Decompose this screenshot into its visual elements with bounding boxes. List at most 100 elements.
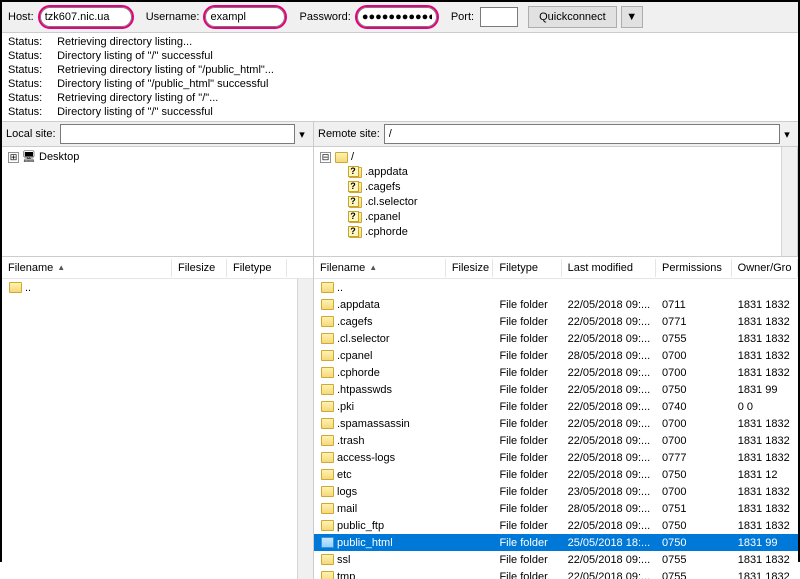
folder-unknown-icon bbox=[348, 226, 362, 240]
scrollbar[interactable] bbox=[297, 279, 313, 579]
desktop-icon: 🖥 bbox=[22, 151, 36, 165]
list-item[interactable]: .spamassassinFile folder22/05/2018 09:..… bbox=[314, 415, 798, 432]
status-text: Directory listing of "/" successful bbox=[57, 106, 213, 118]
port-label: Port: bbox=[451, 11, 474, 23]
folder-icon bbox=[320, 553, 334, 567]
folder-icon bbox=[320, 298, 334, 312]
list-item[interactable]: .pkiFile folder22/05/2018 09:...07400 0 bbox=[314, 398, 798, 415]
sort-asc-icon: ▲ bbox=[57, 263, 65, 272]
column-header[interactable]: Permissions bbox=[656, 259, 732, 277]
username-input[interactable] bbox=[205, 7, 285, 27]
quickconnect-dropdown[interactable]: ▼ bbox=[621, 6, 643, 28]
list-item[interactable]: .cagefsFile folder22/05/2018 09:...07711… bbox=[314, 313, 798, 330]
status-label: Status: bbox=[8, 35, 54, 49]
folder-icon bbox=[320, 451, 334, 465]
list-item[interactable]: .cl.selectorFile folder22/05/2018 09:...… bbox=[314, 330, 798, 347]
status-label: Status: bbox=[8, 63, 54, 77]
status-text: Retrieving directory listing of "/public… bbox=[57, 64, 274, 76]
column-headers[interactable]: Filename▲FilesizeFiletype bbox=[2, 257, 313, 279]
status-text: Directory listing of "/" successful bbox=[57, 50, 213, 62]
remote-site-input[interactable] bbox=[384, 124, 780, 144]
remote-tree[interactable]: ⊟ / .appdata.cagefs.cl.selector.cpanel.cph… bbox=[314, 147, 781, 256]
tree-item-label[interactable]: / bbox=[351, 150, 354, 165]
column-header[interactable]: Owner/Gro bbox=[732, 259, 798, 277]
list-item[interactable]: .htpasswdsFile folder22/05/2018 09:...07… bbox=[314, 381, 798, 398]
folder-icon bbox=[320, 417, 334, 431]
column-header[interactable]: Filesize bbox=[172, 259, 227, 277]
status-text: Retrieving directory listing... bbox=[57, 36, 192, 48]
folder-icon bbox=[320, 519, 334, 533]
list-item[interactable]: sslFile folder22/05/2018 09:...07551831 … bbox=[314, 551, 798, 568]
status-label: Status: bbox=[8, 77, 54, 91]
password-label: Password: bbox=[299, 11, 350, 23]
column-header[interactable]: Filename▲ bbox=[2, 259, 172, 277]
status-label: Status: bbox=[8, 49, 54, 63]
list-item[interactable]: .. bbox=[2, 279, 313, 296]
file-lists-row: Filename▲FilesizeFiletype .. Filename▲Fi… bbox=[2, 257, 798, 579]
list-item[interactable]: etcFile folder22/05/2018 09:...07501831 … bbox=[314, 466, 798, 483]
column-header[interactable]: Last modified bbox=[562, 259, 656, 277]
chevron-down-icon[interactable]: ▾ bbox=[295, 127, 309, 141]
status-text: Retrieving directory listing of "/"... bbox=[57, 92, 218, 104]
collapse-icon[interactable]: ⊟ bbox=[320, 152, 331, 163]
status-label: Status: bbox=[8, 91, 54, 105]
status-text: Directory listing of "/public_html" succ… bbox=[57, 78, 268, 90]
folder-unknown-icon bbox=[348, 166, 362, 180]
column-header[interactable]: Filetype bbox=[227, 259, 287, 277]
password-input[interactable] bbox=[357, 7, 437, 27]
list-item[interactable]: public_htmlFile folder25/05/2018 18:...0… bbox=[314, 534, 798, 551]
folder-icon bbox=[320, 502, 334, 516]
folder-icon bbox=[320, 281, 334, 295]
remote-file-list: Filename▲FilesizeFiletypeLast modifiedPe… bbox=[314, 257, 798, 579]
port-input[interactable] bbox=[480, 7, 518, 27]
list-item[interactable]: .appdataFile folder22/05/2018 09:...0711… bbox=[314, 296, 798, 313]
list-item[interactable]: public_ftpFile folder22/05/2018 09:...07… bbox=[314, 517, 798, 534]
list-item[interactable]: tmpFile folder22/05/2018 09:...07551831 … bbox=[314, 568, 798, 579]
site-path-bar: Local site: ▾ Remote site: ▾ bbox=[2, 122, 798, 147]
chevron-down-icon[interactable]: ▾ bbox=[780, 127, 794, 141]
scrollbar[interactable] bbox=[781, 147, 797, 256]
folder-icon bbox=[320, 349, 334, 363]
file-rows[interactable]: ...appdataFile folder22/05/2018 09:...07… bbox=[314, 279, 798, 579]
tree-item-label[interactable]: Desktop bbox=[39, 150, 79, 165]
column-header[interactable]: Filetype bbox=[493, 259, 561, 277]
list-item[interactable]: mailFile folder28/05/2018 09:...07511831… bbox=[314, 500, 798, 517]
local-tree[interactable]: ⊞ 🖥 Desktop bbox=[2, 147, 313, 256]
tree-item-label[interactable]: .cphorde bbox=[365, 225, 408, 240]
tree-item-label[interactable]: .cl.selector bbox=[365, 195, 418, 210]
username-label: Username: bbox=[146, 11, 200, 23]
tree-item-label[interactable]: .cpanel bbox=[365, 210, 400, 225]
tree-row: ⊞ 🖥 Desktop ⊟ / .appdata.cagefs.cl.selecto… bbox=[2, 147, 798, 257]
list-item[interactable]: .trashFile folder22/05/2018 09:...070018… bbox=[314, 432, 798, 449]
quickconnect-button[interactable]: Quickconnect bbox=[528, 6, 617, 28]
folder-unknown-icon bbox=[348, 181, 362, 195]
folder-icon bbox=[320, 468, 334, 482]
folder-icon bbox=[320, 400, 334, 414]
folder-icon bbox=[320, 332, 334, 346]
folder-unknown-icon bbox=[348, 211, 362, 225]
local-site-input[interactable] bbox=[60, 124, 295, 144]
status-label: Status: bbox=[8, 105, 54, 119]
list-item[interactable]: .. bbox=[314, 279, 798, 296]
folder-icon bbox=[320, 366, 334, 380]
folder-icon bbox=[320, 570, 334, 579]
folder-icon bbox=[320, 485, 334, 499]
list-item[interactable]: logsFile folder23/05/2018 09:...07001831… bbox=[314, 483, 798, 500]
column-header[interactable]: Filename▲ bbox=[314, 259, 446, 277]
list-item[interactable]: .cpanelFile folder28/05/2018 09:...07001… bbox=[314, 347, 798, 364]
host-input[interactable] bbox=[40, 7, 132, 27]
folder-unknown-icon bbox=[348, 196, 362, 210]
expand-icon[interactable]: ⊞ bbox=[8, 152, 19, 163]
column-headers[interactable]: Filename▲FilesizeFiletypeLast modifiedPe… bbox=[314, 257, 798, 279]
local-site-label: Local site: bbox=[6, 128, 56, 140]
list-item[interactable]: .cphordeFile folder22/05/2018 09:...0700… bbox=[314, 364, 798, 381]
folder-icon bbox=[320, 383, 334, 397]
folder-icon bbox=[8, 281, 22, 295]
connection-toolbar: Host: Username: Password: Port: Quickcon… bbox=[2, 2, 798, 33]
tree-item-label[interactable]: .appdata bbox=[365, 165, 408, 180]
sort-asc-icon: ▲ bbox=[369, 263, 377, 272]
column-header[interactable]: Filesize bbox=[446, 259, 494, 277]
tree-item-label[interactable]: .cagefs bbox=[365, 180, 400, 195]
file-rows[interactable]: .. bbox=[2, 279, 313, 579]
list-item[interactable]: access-logsFile folder22/05/2018 09:...0… bbox=[314, 449, 798, 466]
